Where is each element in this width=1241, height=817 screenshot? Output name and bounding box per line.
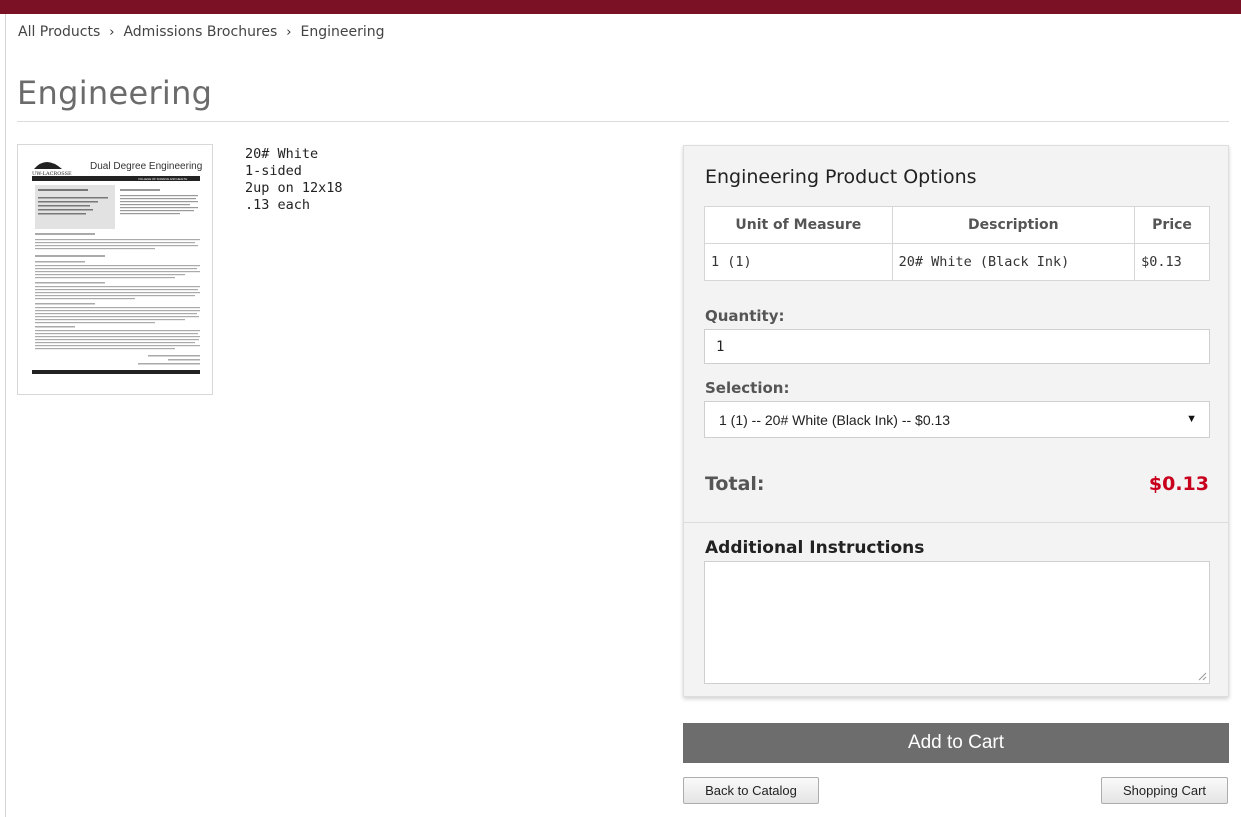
table-cell-description: 20# White (Black Ink) — [891, 243, 1136, 281]
page-title: Engineering — [17, 74, 213, 112]
product-specs: 20# White 1-sided 2up on 12x18 .13 each — [245, 146, 343, 214]
breadcrumb-separator-icon: › — [109, 24, 115, 40]
left-border — [5, 14, 6, 817]
resize-grip-icon[interactable] — [1198, 672, 1207, 681]
quantity-input[interactable]: 1 — [704, 329, 1210, 364]
shopping-cart-button[interactable]: Shopping Cart — [1101, 777, 1228, 804]
table-header-row: Unit of Measure Description Price — [704, 206, 1210, 244]
spec-line: .13 each — [245, 197, 311, 213]
quantity-label: Quantity: — [705, 307, 785, 325]
additional-instructions-textarea[interactable] — [704, 561, 1210, 684]
breadcrumb-current: Engineering — [300, 24, 385, 40]
options-table: Unit of Measure Description Price 1 (1) … — [704, 206, 1210, 281]
brochure-band-text: COLLEGE OF SCIENCE AND HEALTH — [138, 177, 187, 181]
product-thumbnail[interactable]: UW-LACROSSE Dual Degree Engineering COLL… — [17, 144, 213, 395]
additional-instructions-label: Additional Instructions — [705, 538, 925, 558]
selection-label: Selection: — [705, 379, 790, 397]
brochure-title-text: Dual Degree Engineering — [90, 161, 202, 172]
breadcrumb-separator-icon: › — [286, 24, 292, 40]
table-cell-price: $0.13 — [1134, 243, 1210, 281]
spec-line: 20# White — [245, 146, 319, 162]
spec-line: 2up on 12x18 — [245, 180, 343, 196]
total-value: $0.13 — [1148, 473, 1209, 495]
quantity-value: 1 — [716, 338, 725, 355]
top-brand-bar — [0, 0, 1241, 14]
caret-down-icon: ▼ — [1186, 413, 1197, 425]
selection-dropdown[interactable]: 1 (1) -- 20# White (Black Ink) -- $0.13 … — [704, 401, 1210, 438]
table-cell-unit: 1 (1) — [704, 243, 893, 281]
panel-divider — [684, 522, 1228, 523]
brochure-preview-image: UW-LACROSSE Dual Degree Engineering COLL… — [32, 161, 202, 374]
total-label: Total: — [705, 473, 765, 495]
column-header: Unit of Measure — [704, 206, 893, 244]
options-panel-title: Engineering Product Options — [705, 166, 977, 188]
column-header: Price — [1134, 206, 1210, 244]
selection-value: 1 (1) -- 20# White (Black Ink) -- $0.13 — [719, 411, 951, 428]
product-options-panel: Engineering Product Options Unit of Meas… — [683, 145, 1229, 697]
column-header: Description — [891, 206, 1136, 244]
spec-line: 1-sided — [245, 163, 302, 179]
breadcrumb: All Products › Admissions Brochures › En… — [18, 24, 385, 40]
add-to-cart-button[interactable]: Add to Cart — [683, 723, 1229, 763]
breadcrumb-admissions-brochures[interactable]: Admissions Brochures — [123, 24, 277, 40]
title-divider — [17, 121, 1229, 122]
table-row: 1 (1) 20# White (Black Ink) $0.13 — [704, 243, 1210, 281]
breadcrumb-all-products[interactable]: All Products — [18, 24, 100, 40]
back-to-catalog-button[interactable]: Back to Catalog — [683, 777, 819, 804]
